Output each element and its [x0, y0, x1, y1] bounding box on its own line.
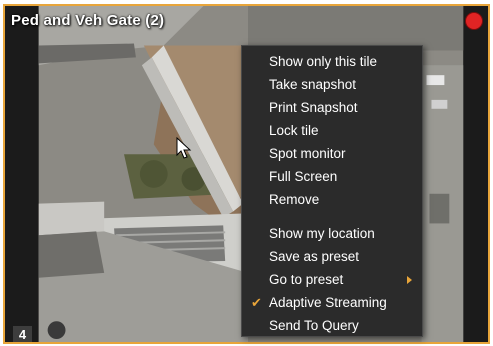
- menu-item-print-snapshot[interactable]: Print Snapshot: [242, 96, 422, 119]
- menu-item-show-my-location[interactable]: Show my location: [242, 222, 422, 245]
- menu-item-label: Remove: [269, 192, 320, 207]
- menu-item-show-only-this-tile[interactable]: Show only this tile: [242, 50, 422, 73]
- menu-separator: [242, 211, 422, 222]
- menu-item-label: Spot monitor: [269, 146, 346, 161]
- recording-status-indicator: [466, 13, 482, 29]
- menu-item-take-snapshot[interactable]: Take snapshot: [242, 73, 422, 96]
- menu-item-label: Show only this tile: [269, 54, 378, 69]
- mouse-pointer-icon: [176, 137, 192, 159]
- menu-item-label: Show my location: [269, 226, 375, 241]
- tile-number-badge: 4: [13, 326, 32, 342]
- menu-item-label: Save as preset: [269, 249, 360, 264]
- menu-item-lock-tile[interactable]: Lock tile: [242, 119, 422, 142]
- menu-item-go-to-preset[interactable]: Go to preset: [242, 268, 422, 291]
- submenu-arrow-icon: [407, 276, 412, 284]
- tile-title: Ped and Veh Gate (2): [11, 12, 165, 29]
- menu-item-label: Go to preset: [269, 272, 344, 287]
- menu-item-label: Take snapshot: [269, 77, 357, 92]
- menu-item-label: Print Snapshot: [269, 100, 358, 115]
- menu-item-send-to-query[interactable]: Send To Query: [242, 314, 422, 337]
- menu-item-adaptive-streaming[interactable]: ✔ Adaptive Streaming: [242, 291, 422, 314]
- menu-item-label: Adaptive Streaming: [269, 295, 387, 310]
- menu-item-save-as-preset[interactable]: Save as preset: [242, 245, 422, 268]
- menu-item-label: Lock tile: [269, 123, 319, 138]
- menu-item-spot-monitor[interactable]: Spot monitor: [242, 142, 422, 165]
- menu-item-remove[interactable]: Remove: [242, 188, 422, 211]
- tile-context-menu[interactable]: Show only this tile Take snapshot Print Sn…: [241, 45, 423, 337]
- menu-item-label: Full Screen: [269, 169, 338, 184]
- menu-item-label: Send To Query: [269, 318, 359, 333]
- menu-item-full-screen[interactable]: Full Screen: [242, 165, 422, 188]
- checkmark-icon: ✔: [251, 295, 262, 310]
